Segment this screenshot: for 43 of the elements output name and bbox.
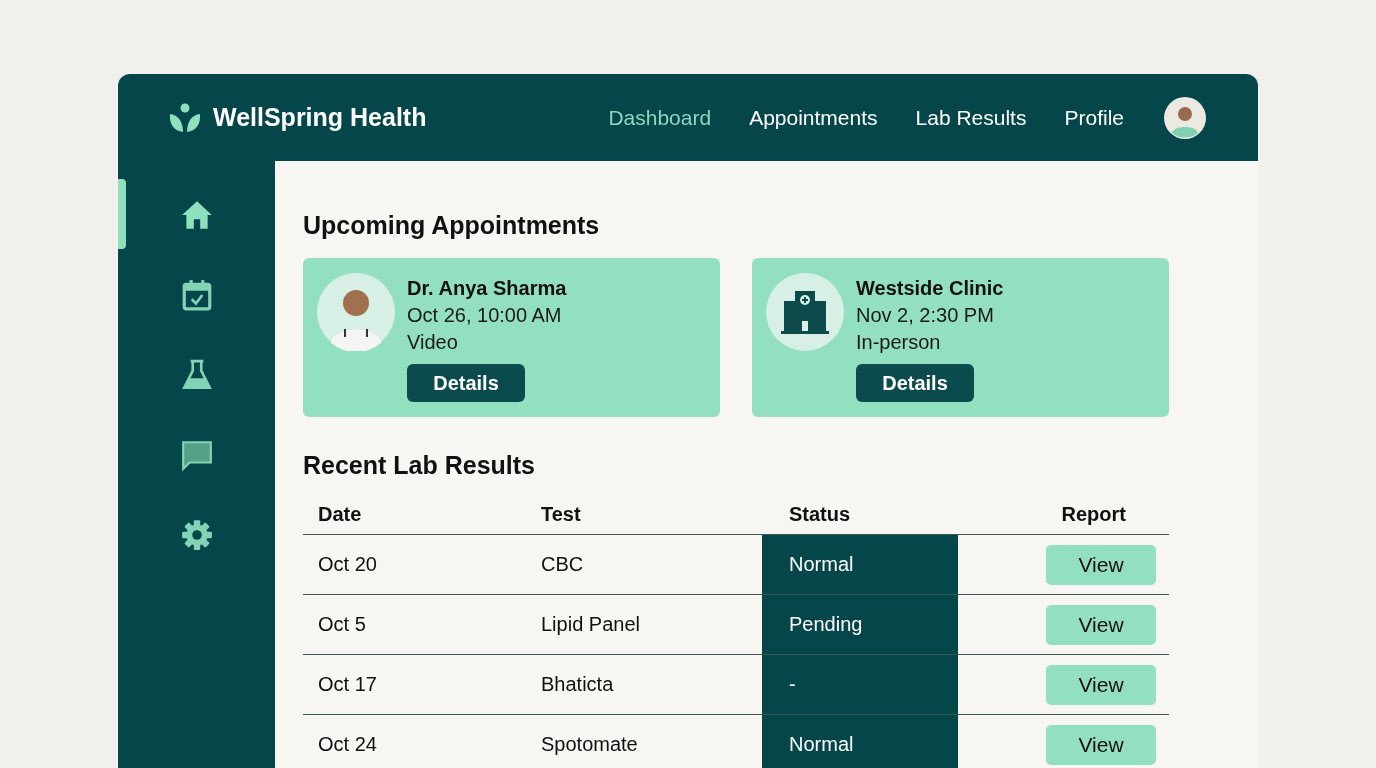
section-heading: Upcoming Appointments — [303, 211, 601, 240]
nav-link[interactable]: Dashboard — [608, 105, 712, 130]
view-button[interactable]: View — [1046, 604, 1156, 645]
column-header: Status — [788, 501, 852, 527]
table-cell-text: Oct 20 — [317, 552, 378, 577]
appointment-name: Dr. Anya Sharma — [407, 276, 567, 301]
table-cell-text: Oct 5 — [317, 612, 367, 637]
status-cell: - — [762, 655, 958, 714]
flask-icon[interactable] — [179, 358, 214, 392]
appointment-name: Westside Clinic — [856, 276, 1004, 301]
details-button[interactable]: Details — [407, 364, 525, 402]
view-button[interactable]: View — [1046, 664, 1156, 705]
leaf-logo-icon — [168, 101, 202, 134]
table-cell-text: Spotomate — [541, 732, 639, 757]
appointment-time: Nov 2, 2:30 PM — [856, 303, 995, 328]
hospital-icon — [766, 273, 844, 351]
nav-link[interactable]: Appointments — [749, 105, 878, 130]
column-header: Date — [317, 501, 363, 527]
status-cell: Normal — [762, 715, 958, 768]
appointment-type: Video — [407, 330, 459, 355]
status-cell: Normal — [762, 535, 958, 594]
doctor-avatar-icon — [317, 273, 395, 351]
column-header: Test — [541, 501, 582, 527]
column-header: Report — [1060, 501, 1127, 527]
view-button[interactable]: View — [1046, 544, 1156, 585]
active-indicator — [118, 179, 126, 249]
table-cell-text: Oct 17 — [317, 672, 378, 697]
appointment-type: In-person — [856, 330, 942, 355]
table-cell-text: Bhaticta — [541, 672, 615, 697]
table-cell-text: Lipid Panel — [541, 612, 641, 637]
brand-name: WellSpring Health — [213, 103, 427, 132]
nav-link[interactable]: Profile — [1064, 105, 1124, 130]
nav-link[interactable]: Lab Results — [915, 105, 1027, 130]
appointment-time: Oct 26, 10:00 AM — [407, 303, 563, 328]
section-heading: Recent Lab Results — [303, 451, 536, 480]
details-button[interactable]: Details — [856, 364, 974, 402]
view-button[interactable]: View — [1046, 724, 1156, 765]
chat-bubble-icon[interactable] — [179, 438, 214, 472]
table-cell-text: Oct 24 — [317, 732, 378, 757]
status-cell: Pending — [762, 595, 958, 654]
avatar-icon[interactable] — [1164, 96, 1206, 139]
settings-icon[interactable] — [179, 518, 214, 552]
table-cell-text: CBC — [541, 552, 585, 577]
